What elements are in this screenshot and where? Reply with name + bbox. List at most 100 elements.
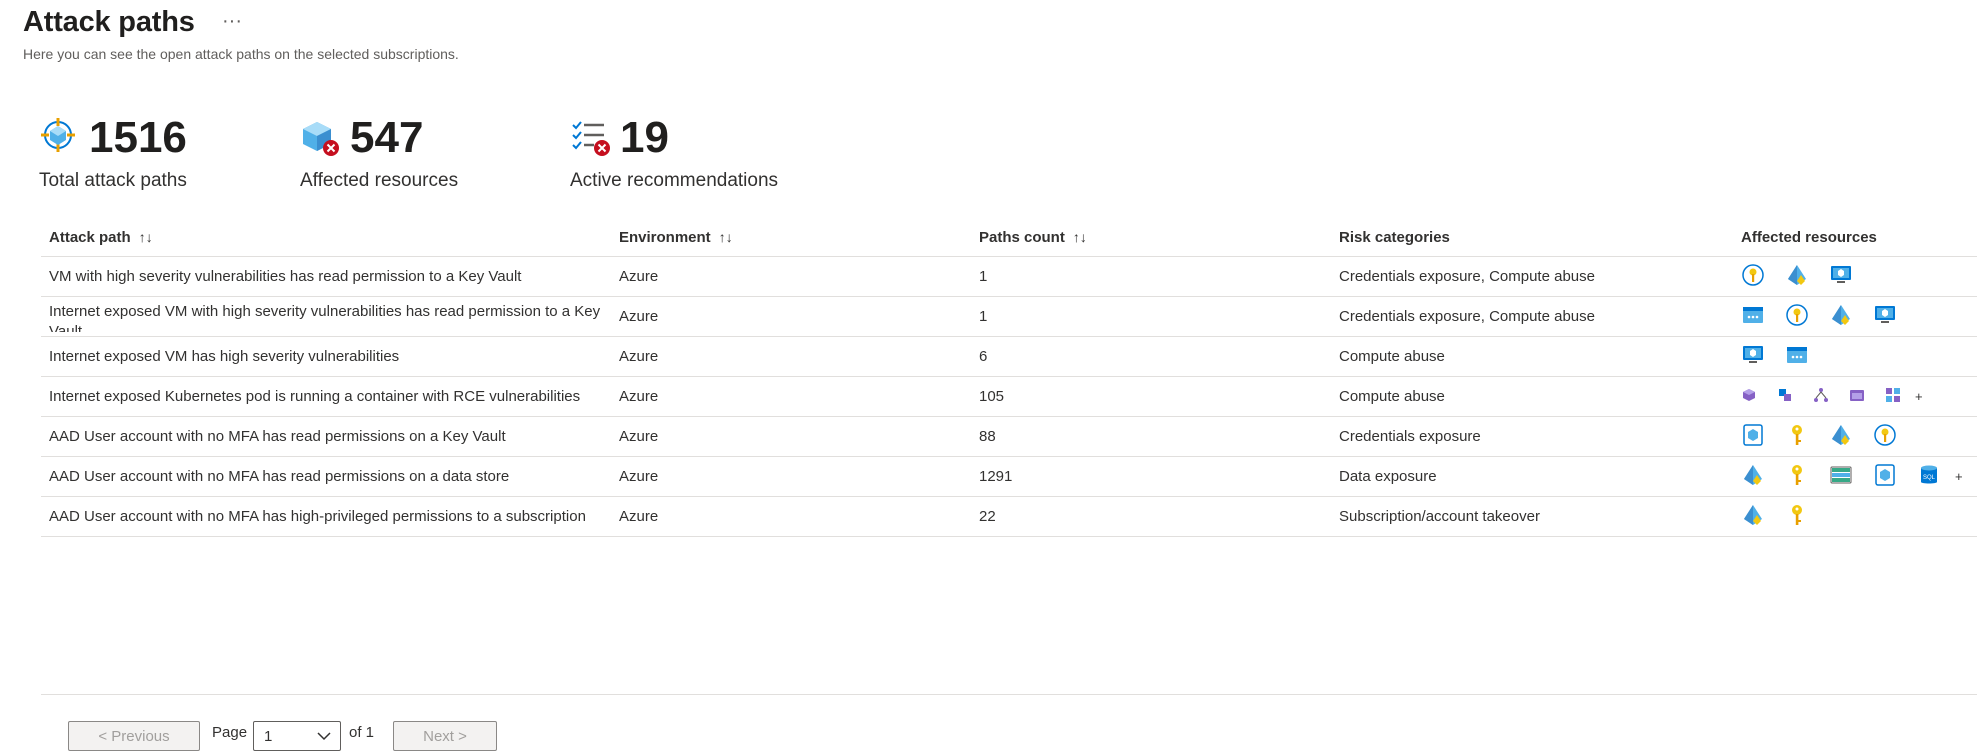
affected-resources-cell [1733, 336, 1977, 377]
sql-database-icon: SQL [1917, 463, 1941, 491]
attack-path-name[interactable]: Internet exposed Kubernetes pod is runni… [49, 387, 603, 407]
kpi-label: Total attack paths [39, 170, 187, 191]
paths-count-cell: 6 [971, 336, 1331, 377]
column-header-risk-categories: Risk categories [1331, 218, 1733, 257]
sort-icon[interactable]: ↑↓ [719, 229, 733, 245]
kubernetes-container-icon [1777, 387, 1793, 407]
affected-resources-cell: + [1733, 376, 1977, 417]
column-header-paths-count[interactable]: Paths count ↑↓ [971, 218, 1331, 257]
environment-cell: Azure [611, 416, 971, 457]
table-header-row: Attack path ↑↓ Environment ↑↓ Paths count ↑… [41, 218, 1977, 257]
kubernetes-pod-icon [1741, 387, 1757, 407]
attack-path-cell[interactable]: Internet exposed VM has high severity vu… [41, 336, 611, 377]
storage-account-icon [1829, 463, 1853, 491]
affected-resources-cell: SQL + [1733, 456, 1977, 497]
paths-count-cell: 1 [971, 256, 1331, 297]
paths-count-cell: 105 [971, 376, 1331, 417]
key-vault-icon [1741, 263, 1765, 291]
environment-cell: Azure [611, 456, 971, 497]
table-row[interactable]: Internet exposed Kubernetes pod is runni… [41, 376, 1977, 417]
risk-categories-cell: Compute abuse [1331, 376, 1733, 417]
page-select-value: 1 [264, 728, 273, 745]
page-label: Page [212, 724, 248, 741]
attack-path-cell[interactable]: AAD User account with no MFA has read pe… [41, 456, 611, 497]
kpi-label: Affected resources [300, 170, 459, 191]
attack-path-icon [41, 118, 75, 152]
user-identity-icon [1873, 463, 1897, 491]
managed-identity-icon [1785, 263, 1809, 291]
attack-path-cell[interactable]: VM with high severity vulnerabilities ha… [41, 256, 611, 297]
column-header-affected-resources: Affected resources [1733, 218, 1977, 257]
key-vault-icon [1873, 423, 1897, 451]
virtual-machine-icon [1741, 343, 1765, 371]
divider [41, 694, 1977, 695]
column-header-attack-path[interactable]: Attack path ↑↓ [41, 218, 611, 257]
attack-path-cell[interactable]: Internet exposed VM with high severity v… [41, 296, 611, 337]
attack-path-cell[interactable]: AAD User account with no MFA has read pe… [41, 416, 611, 457]
virtual-machine-icon [1873, 303, 1897, 331]
key-icon [1785, 503, 1809, 531]
kubernetes-cluster-icon [1885, 387, 1901, 407]
public-ip-icon [1741, 303, 1765, 331]
table-row[interactable]: Internet exposed VM with high severity v… [41, 296, 1977, 337]
paths-count-cell: 22 [971, 496, 1331, 537]
kpi-label: Active recommendations [570, 170, 779, 191]
column-header-environment[interactable]: Environment ↑↓ [611, 218, 971, 257]
attack-path-cell[interactable]: AAD User account with no MFA has high-pr… [41, 496, 611, 537]
kpi-value: 19 [620, 113, 669, 162]
table-row[interactable]: Internet exposed VM has high severity vu… [41, 336, 1977, 377]
environment-cell: Azure [611, 256, 971, 297]
next-button[interactable]: Next > [393, 721, 497, 751]
table-row[interactable]: AAD User account with no MFA has high-pr… [41, 496, 1977, 537]
user-identity-icon [1741, 423, 1765, 451]
attack-path-name[interactable]: AAD User account with no MFA has read pe… [49, 427, 603, 447]
more-resources-indicator[interactable]: + [1915, 389, 1923, 404]
table-row[interactable]: AAD User account with no MFA has read pe… [41, 456, 1977, 497]
paths-count-cell: 1 [971, 296, 1331, 337]
affected-resources-cell [1733, 296, 1977, 337]
virtual-machine-icon [1829, 263, 1853, 291]
kpi-value: 547 [350, 113, 424, 162]
environment-cell: Azure [611, 496, 971, 537]
page-title: Attack paths [23, 6, 195, 38]
affected-resources-cell [1733, 416, 1977, 457]
managed-identity-icon [1741, 463, 1765, 491]
more-resources-indicator[interactable]: + [1955, 469, 1963, 484]
attack-path-name[interactable]: Internet exposed VM with high severity v… [49, 302, 603, 332]
attack-paths-table: Attack path ↑↓ Environment ↑↓ Paths count ↑… [41, 218, 1977, 537]
attack-path-name[interactable]: AAD User account with no MFA has read pe… [49, 467, 603, 487]
kubernetes-service-icon [1813, 387, 1829, 407]
affected-resource-icon [303, 122, 339, 156]
recommendations-icon [572, 121, 610, 156]
environment-cell: Azure [611, 376, 971, 417]
attack-path-name[interactable]: Internet exposed VM has high severity vu… [49, 347, 603, 367]
kpi-value: 1516 [89, 113, 187, 162]
paths-count-cell: 88 [971, 416, 1331, 457]
risk-categories-cell: Credentials exposure [1331, 416, 1733, 457]
page-select[interactable]: 1 [253, 721, 341, 751]
svg-text:SQL: SQL [1923, 475, 1936, 481]
affected-resources-cell [1733, 256, 1977, 297]
page-count-label: of 1 [349, 724, 375, 741]
environment-cell: Azure [611, 296, 971, 337]
affected-resources-cell [1733, 496, 1977, 537]
risk-categories-cell: Subscription/account takeover [1331, 496, 1733, 537]
previous-button[interactable]: < Previous [68, 721, 200, 751]
attack-path-name[interactable]: AAD User account with no MFA has high-pr… [49, 507, 603, 527]
managed-identity-icon [1741, 503, 1765, 531]
environment-cell: Azure [611, 336, 971, 377]
public-ip-icon [1785, 343, 1809, 371]
key-icon [1785, 463, 1809, 491]
attack-path-cell[interactable]: Internet exposed Kubernetes pod is runni… [41, 376, 611, 417]
sort-icon[interactable]: ↑↓ [139, 229, 153, 245]
kubernetes-namespace-icon [1849, 387, 1865, 407]
table-row[interactable]: AAD User account with no MFA has read pe… [41, 416, 1977, 457]
risk-categories-cell: Credentials exposure, Compute abuse [1331, 256, 1733, 297]
attack-path-name[interactable]: VM with high severity vulnerabilities ha… [49, 267, 603, 287]
table-row[interactable]: VM with high severity vulnerabilities ha… [41, 256, 1977, 297]
more-options-button[interactable]: ··· [222, 10, 242, 33]
risk-categories-cell: Data exposure [1331, 456, 1733, 497]
key-vault-icon [1785, 303, 1809, 331]
chevron-down-icon [317, 732, 331, 741]
sort-icon[interactable]: ↑↓ [1073, 229, 1087, 245]
